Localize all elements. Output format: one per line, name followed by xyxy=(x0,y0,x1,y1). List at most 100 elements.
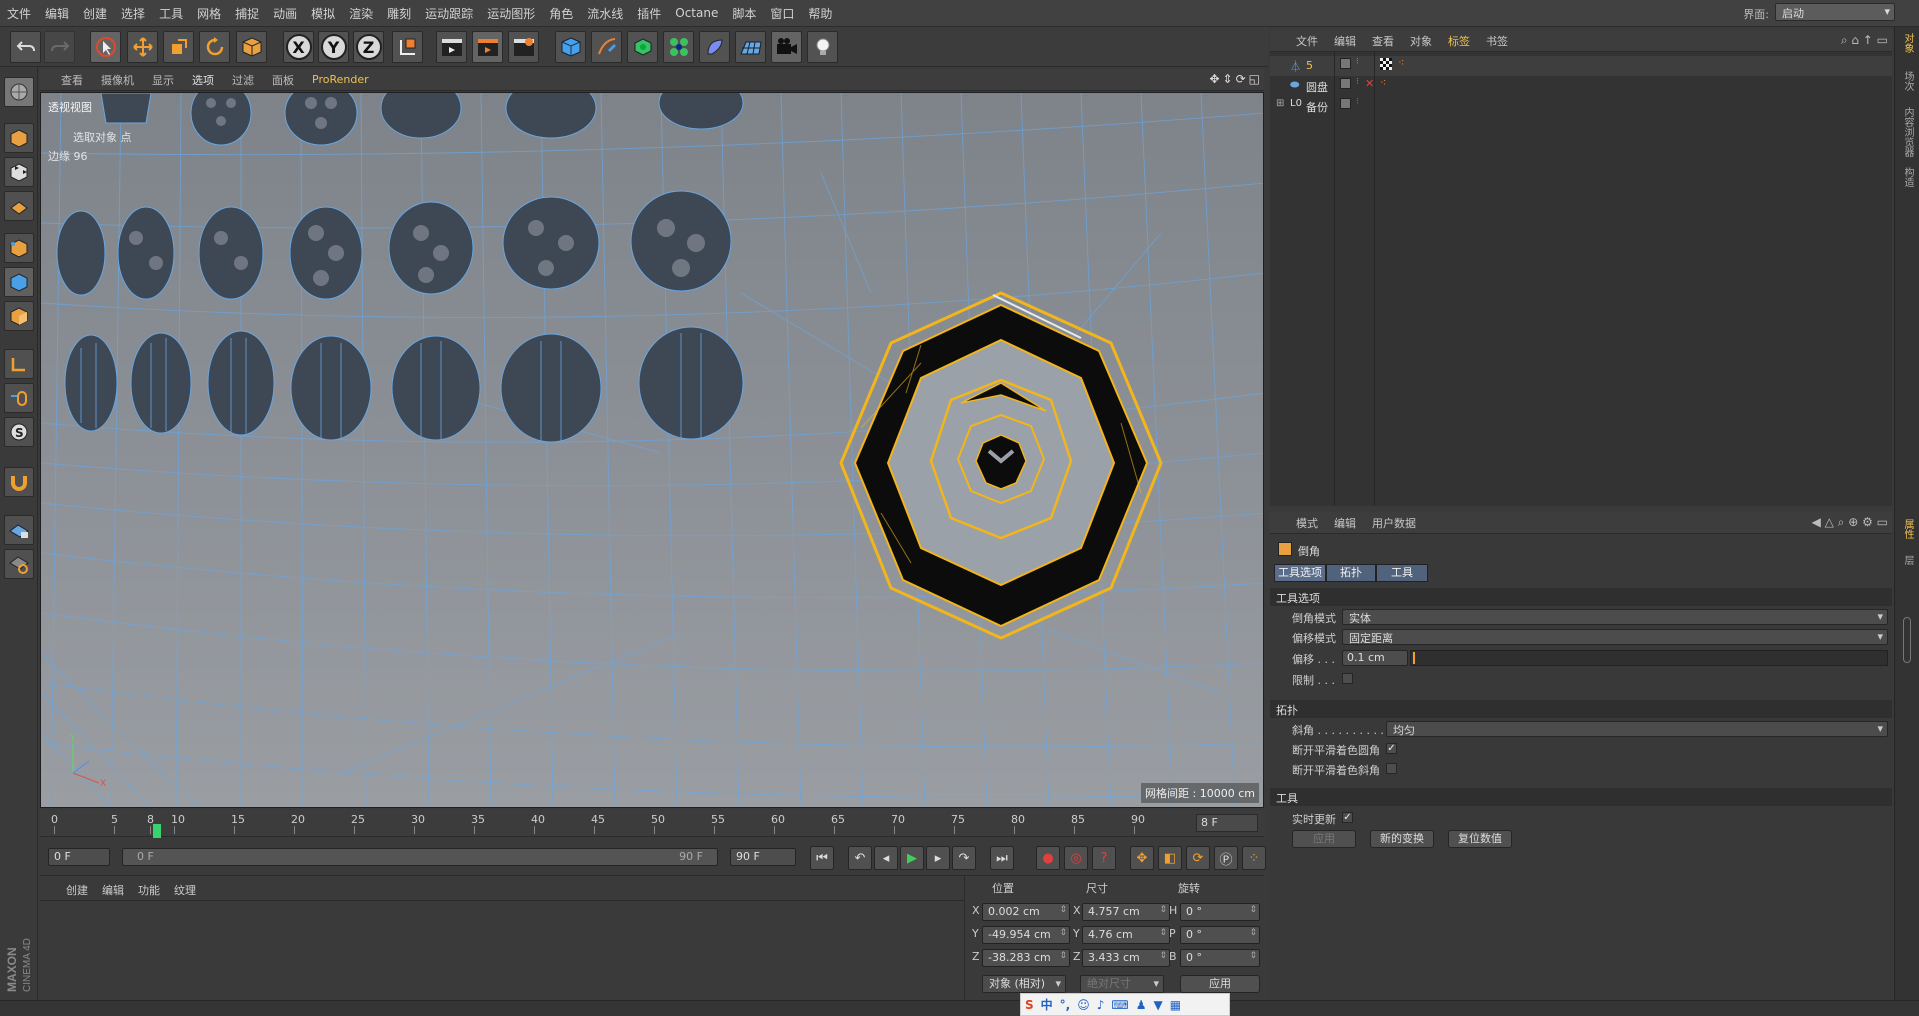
key-position-button[interactable]: ✥ xyxy=(1130,846,1154,870)
mat-menu-function[interactable]: 功能 xyxy=(138,882,160,898)
key-scale-button[interactable]: ◧ xyxy=(1158,846,1182,870)
add-light-button[interactable] xyxy=(807,31,838,63)
offset-field[interactable]: 0.1 cm xyxy=(1342,650,1408,666)
tweak-mode-button[interactable] xyxy=(4,383,34,413)
tab-tool-options[interactable]: 工具选项 xyxy=(1274,564,1326,582)
menu-animate[interactable]: 动画 xyxy=(266,5,304,22)
rotate-button[interactable] xyxy=(199,31,230,63)
object-row[interactable]: ⏃ 5 ⁝ ⁖ xyxy=(1270,56,1892,76)
next-key-button[interactable]: ↷ xyxy=(952,846,976,870)
viewport-menu-display[interactable]: 显示 xyxy=(143,72,183,88)
menu-help[interactable]: 帮助 xyxy=(801,5,839,22)
polygons-mode-button[interactable] xyxy=(4,301,34,331)
attr-menu-userdata[interactable]: 用户数据 xyxy=(1364,515,1424,531)
size-y-field[interactable]: 4.76 cm xyxy=(1082,926,1170,944)
coordinate-system-button[interactable] xyxy=(392,31,423,63)
obj-menu-tags[interactable]: 标签 xyxy=(1440,33,1478,49)
obj-menu-edit[interactable]: 编辑 xyxy=(1326,33,1364,49)
offset-slider[interactable] xyxy=(1410,650,1888,666)
add-mograph-button[interactable] xyxy=(663,31,694,63)
timeline-playhead[interactable] xyxy=(153,824,161,838)
attr-menu-mode[interactable]: 模式 xyxy=(1288,515,1326,531)
lock-workplane-button[interactable] xyxy=(4,515,34,545)
key-rotation-button[interactable]: ⟳ xyxy=(1186,846,1210,870)
menu-edit[interactable]: 编辑 xyxy=(38,5,76,22)
object-row[interactable]: ⊞ L0 备份 ⁝ xyxy=(1270,96,1892,116)
new-transform-button[interactable]: 新的变换 xyxy=(1370,830,1434,848)
autokey-button[interactable]: ◎ xyxy=(1064,846,1088,870)
texture-mode-button[interactable] xyxy=(4,157,34,187)
pos-x-field[interactable]: 0.002 cm xyxy=(982,903,1070,921)
skin-icon[interactable]: ▼ xyxy=(1154,998,1163,1012)
prev-frame-button[interactable]: ◂ xyxy=(874,846,898,870)
layout-select[interactable]: 启动 xyxy=(1775,3,1895,21)
offset-slider-handle[interactable] xyxy=(1413,652,1415,664)
add-camera-button[interactable] xyxy=(771,31,802,63)
keyboard-icon[interactable]: ⌨ xyxy=(1111,998,1128,1012)
vtab-attributes[interactable]: 属性 xyxy=(1899,519,1915,539)
viewport-menu-panel[interactable]: 面板 xyxy=(263,72,303,88)
rot-p-field[interactable]: 0 ° xyxy=(1180,926,1260,944)
recent-tools-button[interactable] xyxy=(236,31,267,63)
tab-topology[interactable]: 拓扑 xyxy=(1326,564,1376,582)
edges-mode-button[interactable] xyxy=(4,267,34,297)
obj-menu-objects[interactable]: 对象 xyxy=(1402,33,1440,49)
viewport-menu-cameras[interactable]: 摄像机 xyxy=(92,72,143,88)
goto-start-button[interactable]: ⏮ xyxy=(810,846,834,870)
obj-menu-view[interactable]: 查看 xyxy=(1364,33,1402,49)
menu-octane[interactable]: Octane xyxy=(668,6,725,20)
goto-end-button[interactable]: ⏭ xyxy=(990,846,1014,870)
maximize-view-icon[interactable]: ◱ xyxy=(1249,72,1260,86)
perspective-viewport[interactable]: Y X 透视视图 选取对象 点 边缘 96 网格间距 : 10000 cm xyxy=(40,92,1264,808)
size-mode-select[interactable]: 绝对尺寸 xyxy=(1080,975,1164,993)
menu-create[interactable]: 创建 xyxy=(76,5,114,22)
vtab-objects[interactable]: 对象 xyxy=(1899,33,1915,53)
pos-z-field[interactable]: -38.283 cm xyxy=(982,949,1070,967)
add-floor-button[interactable] xyxy=(735,31,766,63)
viewport-menu-options[interactable]: 选项 xyxy=(183,72,223,88)
tab-tool[interactable]: 工具 xyxy=(1376,564,1428,582)
limit-checkbox[interactable] xyxy=(1342,673,1353,684)
keyframe-selection-button[interactable]: ? xyxy=(1092,846,1116,870)
object-row[interactable]: ⬬ 圆盘 ⁝ ✕ ⁖ xyxy=(1270,76,1892,96)
menu-plugins[interactable]: 插件 xyxy=(630,5,668,22)
add-cube-button[interactable] xyxy=(555,31,586,63)
menu-simulate[interactable]: 模拟 xyxy=(304,5,342,22)
range-slider[interactable]: 0 F 90 F xyxy=(122,848,718,866)
scale-button[interactable] xyxy=(163,31,194,63)
attr-nav-icons[interactable]: ◀ △ ⌕ ⊕ ⚙ ▭ xyxy=(1812,515,1888,530)
coord-apply-button[interactable]: 应用 xyxy=(1180,975,1260,993)
toolbox-icon[interactable]: ▦ xyxy=(1170,998,1181,1012)
rot-b-field[interactable]: 0 ° xyxy=(1180,949,1260,967)
add-generator-button[interactable] xyxy=(627,31,658,63)
user-icon[interactable]: ♟ xyxy=(1136,998,1147,1012)
planar-workplane-button[interactable] xyxy=(4,549,34,579)
undo-button[interactable] xyxy=(10,31,41,63)
menu-tools[interactable]: 工具 xyxy=(152,5,190,22)
prev-key-button[interactable]: ↶ xyxy=(848,846,872,870)
points-mode-button[interactable] xyxy=(4,233,34,263)
axis-x-lock[interactable]: X xyxy=(283,31,314,63)
microphone-icon[interactable]: ♪ xyxy=(1097,998,1105,1012)
pos-y-field[interactable]: -49.954 cm xyxy=(982,926,1070,944)
size-x-field[interactable]: 4.757 cm xyxy=(1082,903,1170,921)
add-deformer-button[interactable] xyxy=(699,31,730,63)
snapping-button[interactable]: S xyxy=(4,417,34,447)
bevel-mode-select[interactable]: 实体 xyxy=(1342,609,1888,625)
miter-select[interactable]: 均匀 xyxy=(1386,721,1888,737)
play-button[interactable]: ▶ xyxy=(900,846,924,870)
vtab-layers[interactable]: 层 xyxy=(1899,555,1915,565)
viewport-menu-view[interactable]: 查看 xyxy=(52,72,92,88)
obj-search-icon[interactable]: ⌕ ⌂ ↑ ▭ xyxy=(1841,33,1888,48)
menu-character[interactable]: 角色 xyxy=(542,5,580,22)
menu-motion-tracker[interactable]: 运动跟踪 xyxy=(418,5,480,22)
menu-render[interactable]: 渲染 xyxy=(342,5,380,22)
vtab-content-browser[interactable]: 内容浏览器 xyxy=(1899,107,1915,157)
apply-button[interactable]: 应用 xyxy=(1292,830,1356,848)
timeline-ruler[interactable]: 0 5 8 10 15 20 25 30 35 40 45 50 55 60 65 70 75 80 85 90 8 … xyxy=(40,810,1264,838)
viewport-menu-prorender[interactable]: ProRender xyxy=(303,73,378,86)
menu-select[interactable]: 选择 xyxy=(114,5,152,22)
viewport-menu-filter[interactable]: 过滤 xyxy=(223,72,263,88)
add-spline-button[interactable] xyxy=(591,31,622,63)
magnet-button[interactable] xyxy=(4,467,34,497)
